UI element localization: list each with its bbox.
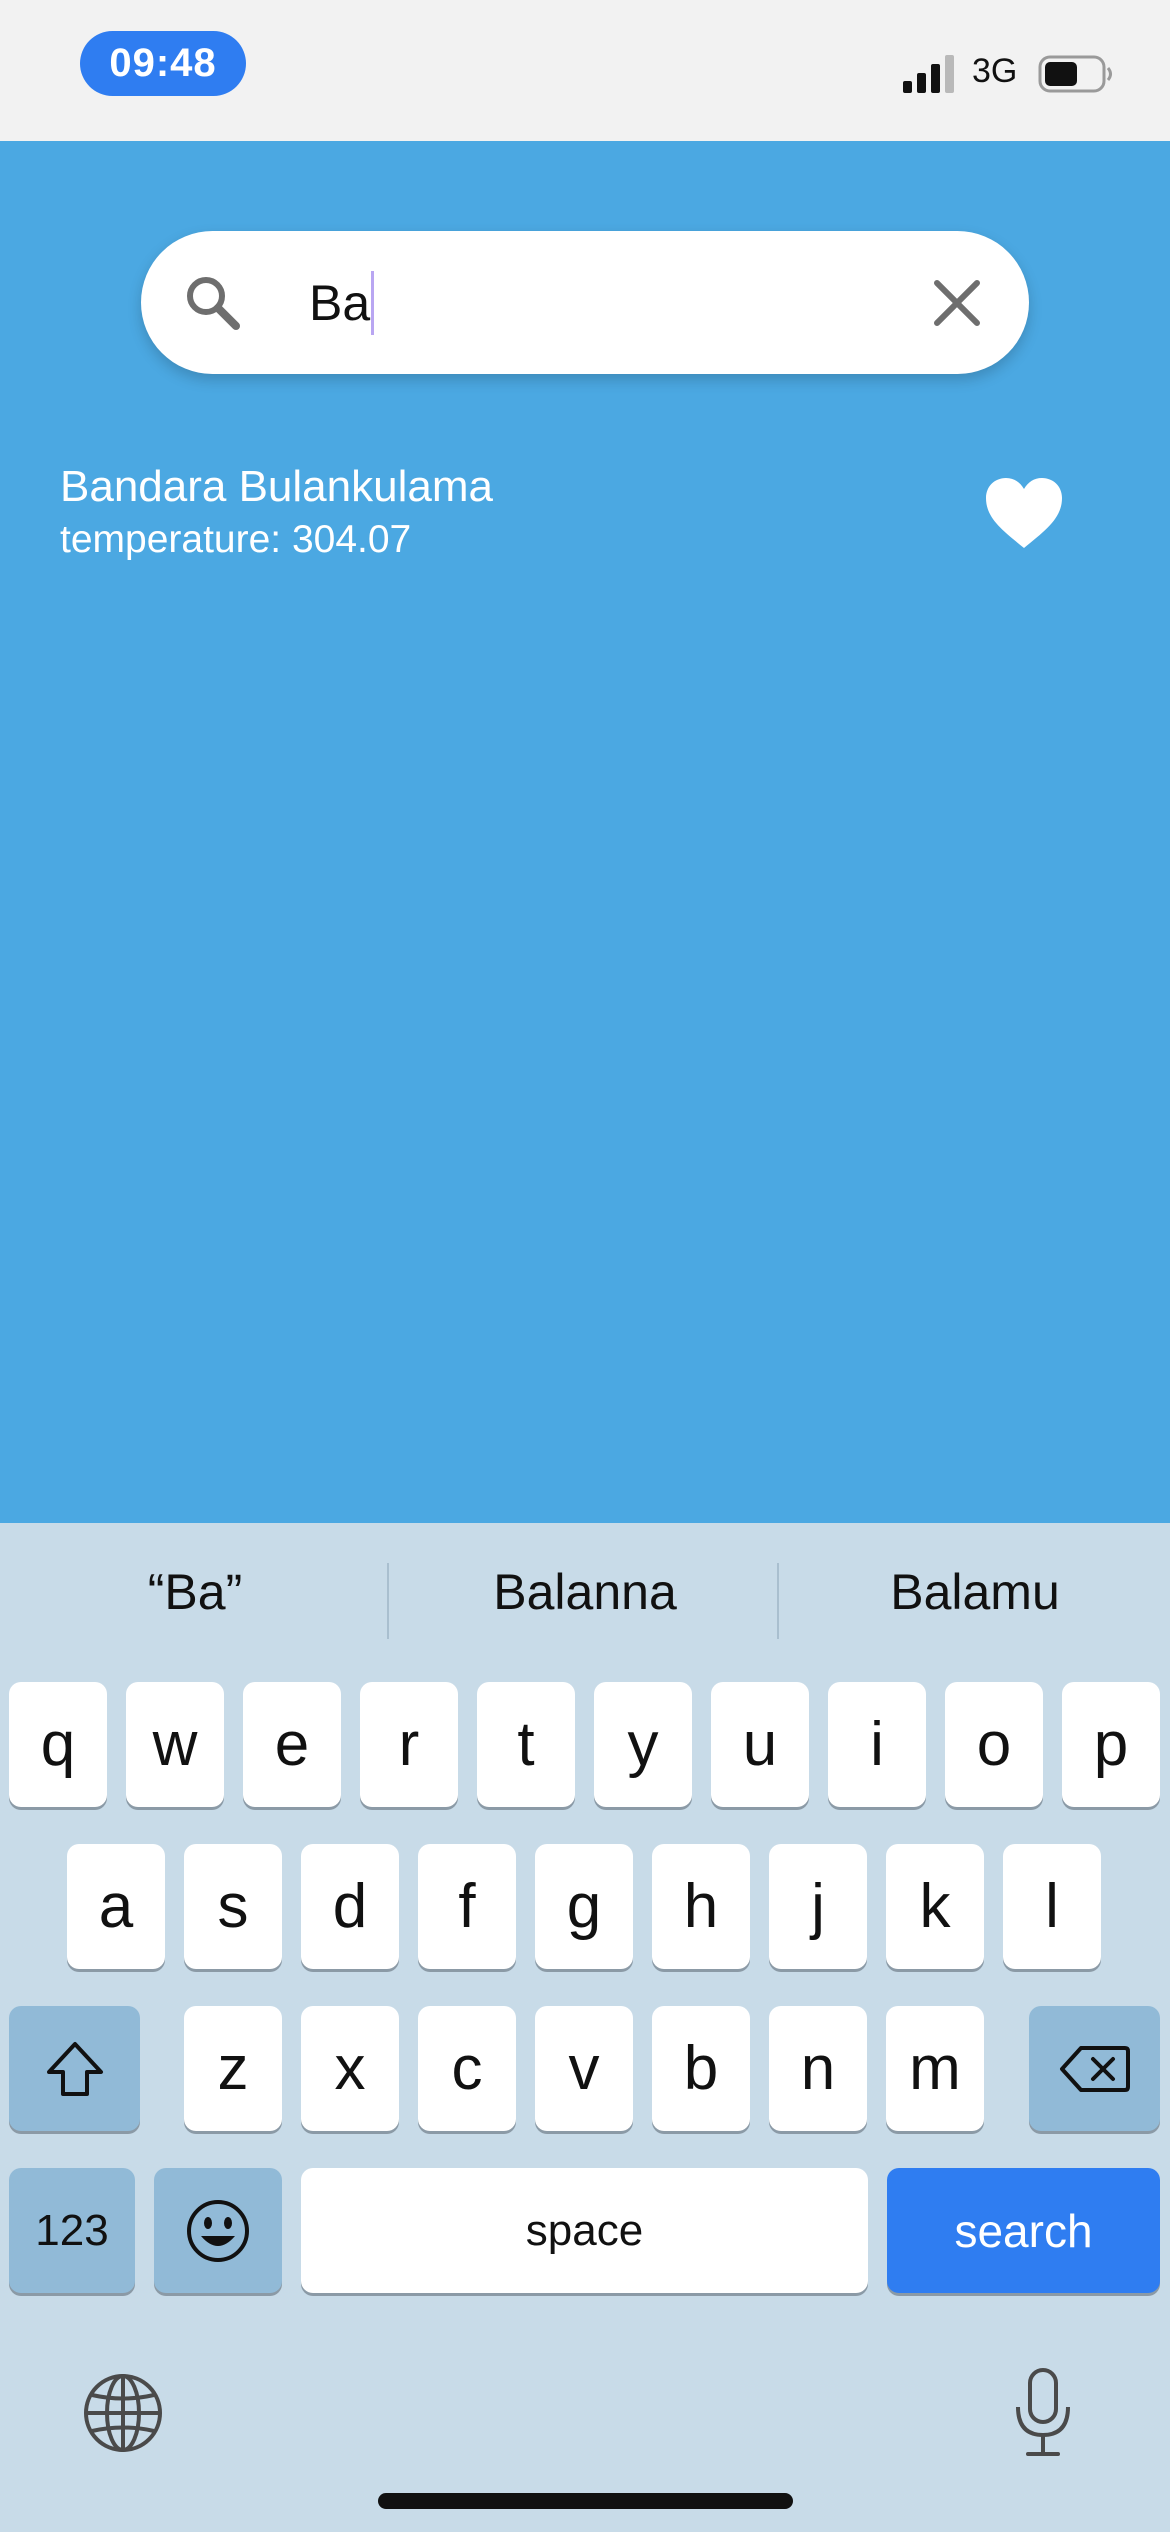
suggestion-3[interactable]: Balamu	[780, 1563, 1170, 1621]
cellular-signal-icon	[903, 55, 954, 93]
key-u[interactable]: u	[711, 1682, 809, 1807]
emoji-key[interactable]	[154, 2168, 282, 2293]
network-type: 3G	[972, 52, 1018, 90]
backspace-key[interactable]	[1029, 2006, 1160, 2131]
shift-icon	[46, 2041, 103, 2096]
divider	[777, 1563, 779, 1639]
suggestion-2[interactable]: Balanna	[390, 1563, 780, 1621]
battery-icon	[1038, 55, 1112, 93]
close-icon[interactable]	[929, 275, 985, 331]
search-input[interactable]: Ba	[309, 265, 869, 341]
key-a[interactable]: a	[67, 1844, 165, 1969]
key-f[interactable]: f	[418, 1844, 516, 1969]
key-b[interactable]: b	[652, 2006, 750, 2131]
shift-key[interactable]	[9, 2006, 140, 2131]
home-indicator[interactable]	[378, 2493, 793, 2509]
space-key[interactable]: space	[301, 2168, 868, 2293]
result-name: Bandara Bulankulama	[60, 462, 493, 511]
key-k[interactable]: k	[886, 1844, 984, 1969]
text-caret	[371, 271, 375, 335]
key-y[interactable]: y	[594, 1682, 692, 1807]
result-temperature: temperature: 304.07	[60, 518, 412, 561]
globe-icon[interactable]	[82, 2372, 164, 2454]
suggestion-bar: “Ba” Balanna Balamu	[0, 1523, 1170, 1673]
key-i[interactable]: i	[828, 1682, 926, 1807]
numbers-key[interactable]: 123	[9, 2168, 135, 2293]
key-p[interactable]: p	[1062, 1682, 1160, 1807]
key-e[interactable]: e	[243, 1682, 341, 1807]
microphone-icon[interactable]	[1012, 2367, 1074, 2459]
keyboard: “Ba” Balanna Balamu q w e r t y u i o p …	[0, 1523, 1170, 2532]
key-o[interactable]: o	[945, 1682, 1043, 1807]
search-icon	[187, 277, 240, 330]
suggestion-1[interactable]: “Ba”	[0, 1563, 390, 1621]
search-key[interactable]: search	[887, 2168, 1160, 2293]
key-z[interactable]: z	[184, 2006, 282, 2131]
key-r[interactable]: r	[360, 1682, 458, 1807]
divider	[387, 1563, 389, 1639]
search-input-value: Ba	[309, 275, 371, 331]
key-h[interactable]: h	[652, 1844, 750, 1969]
key-w[interactable]: w	[126, 1682, 224, 1807]
backspace-icon	[1059, 2045, 1130, 2092]
status-bar: 09:48 3G	[0, 0, 1170, 141]
key-t[interactable]: t	[477, 1682, 575, 1807]
key-x[interactable]: x	[301, 2006, 399, 2131]
status-time[interactable]: 09:48	[80, 31, 246, 96]
key-d[interactable]: d	[301, 1844, 399, 1969]
key-j[interactable]: j	[769, 1844, 867, 1969]
key-l[interactable]: l	[1003, 1844, 1101, 1969]
key-g[interactable]: g	[535, 1844, 633, 1969]
key-n[interactable]: n	[769, 2006, 867, 2131]
search-bar[interactable]: Ba	[141, 231, 1029, 374]
key-q[interactable]: q	[9, 1682, 107, 1807]
heart-icon[interactable]	[984, 476, 1064, 550]
emoji-icon	[187, 2199, 249, 2262]
key-s[interactable]: s	[184, 1844, 282, 1969]
key-v[interactable]: v	[535, 2006, 633, 2131]
key-c[interactable]: c	[418, 2006, 516, 2131]
key-m[interactable]: m	[886, 2006, 984, 2131]
